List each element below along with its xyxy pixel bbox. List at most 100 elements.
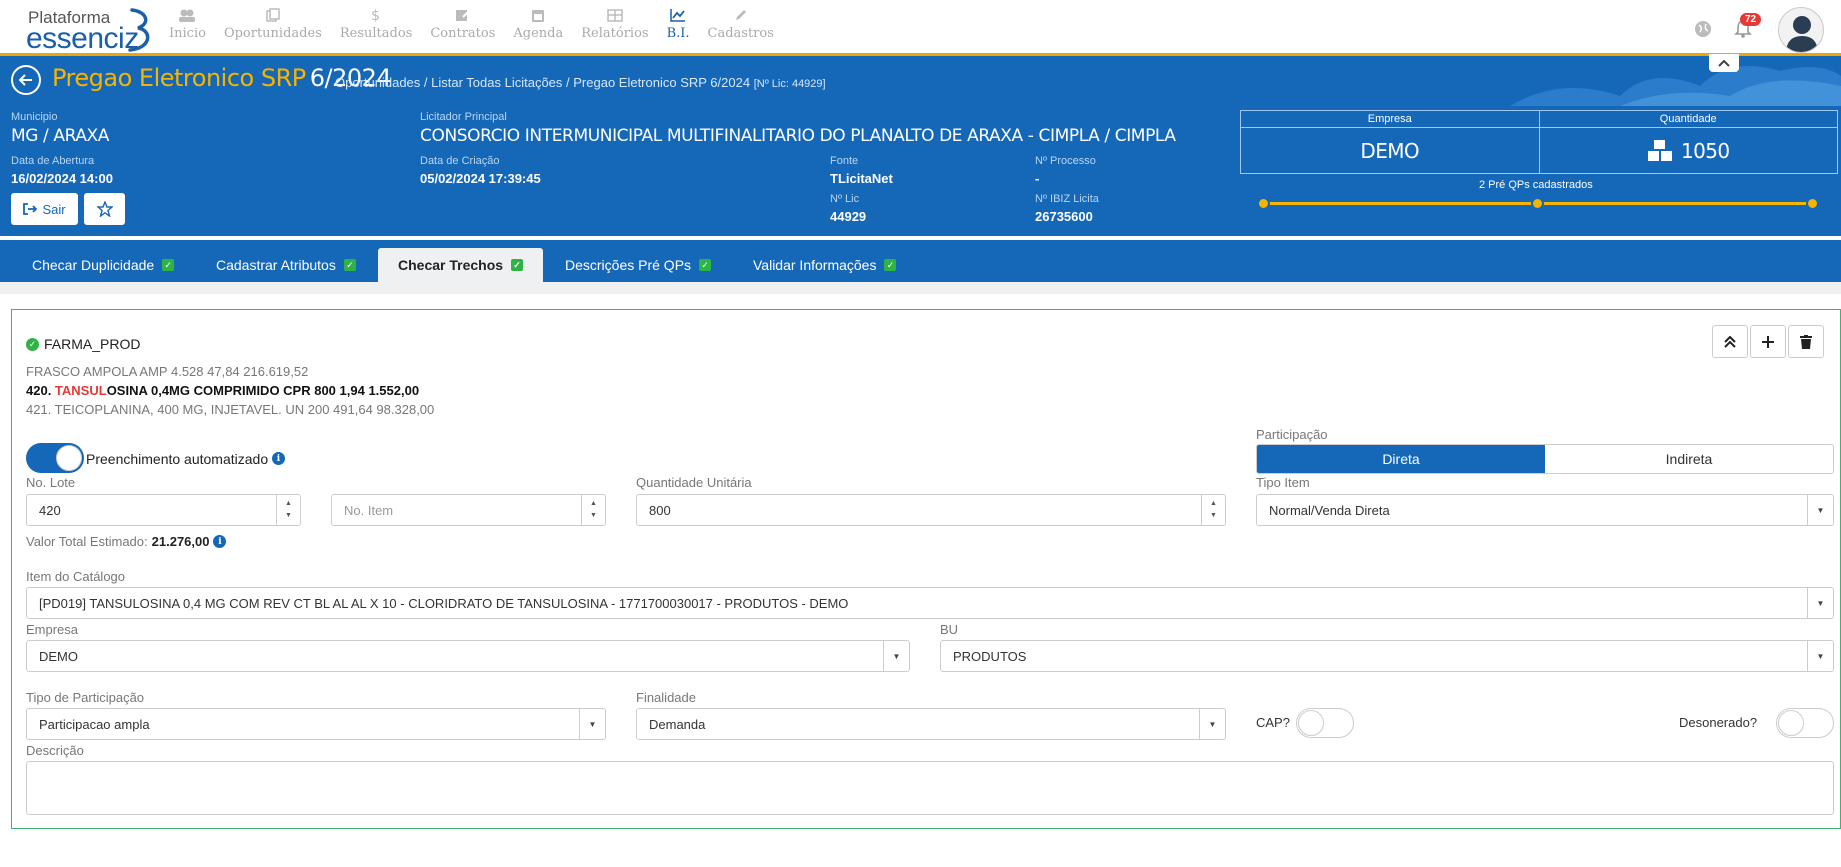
preqps-dot[interactable] (1806, 197, 1819, 210)
chevron-down-icon: ▼ (1807, 641, 1833, 671)
fonte-value: TLicitaNet (830, 171, 893, 186)
licitador-value: CONSORCIO INTERMUNICIPAL MULTIFINALITARI… (420, 126, 1176, 146)
tipo-participacao-value: Participacao ampla (39, 716, 150, 732)
quantidade-cell: 1050 (1540, 128, 1838, 173)
cap-toggle[interactable] (1296, 708, 1354, 738)
pencil-icon (735, 10, 746, 20)
double-chevron-up-icon (1724, 335, 1736, 348)
sair-button[interactable]: Sair (11, 193, 78, 225)
menu-item-inicio[interactable]: Inicio (160, 8, 215, 41)
globe-icon[interactable] (1694, 20, 1712, 38)
boxes-icon (1648, 139, 1672, 161)
finalidade-value: Demanda (649, 716, 706, 732)
criacao-value: 05/02/2024 17:39:45 (420, 171, 541, 186)
empresa-select[interactable]: DEMO ▼ (26, 640, 910, 672)
qtd-label: Quantidade Unitária (636, 475, 752, 490)
finalidade-select[interactable]: Demanda ▼ (636, 708, 1226, 740)
processo-label: Nº Processo (1035, 155, 1096, 167)
finalidade-label: Finalidade (636, 690, 696, 705)
trecho-line: FRASCO AMPOLA AMP 4.528 47,84 216.619,52 (26, 364, 309, 379)
qtd-value: 800 (649, 502, 671, 518)
back-button[interactable] (11, 65, 41, 95)
tipo-item-select[interactable]: Normal/Venda Direta ▼ (1256, 494, 1834, 526)
tab-checar-trechos[interactable]: Checar Trechos ✓ (378, 248, 544, 282)
fonte-label: Fonte (830, 155, 859, 167)
menu-label: Contratos (430, 26, 496, 41)
menu-item-relatorios[interactable]: Relatórios (572, 8, 657, 41)
chart-line-icon (670, 9, 686, 22)
descricao-label: Descrição (26, 743, 84, 758)
menu-label: Relatórios (581, 26, 649, 41)
item-stepper[interactable]: ▲ ▼ (581, 495, 605, 525)
trecho-match: TANSUL (54, 383, 107, 398)
lote-label: No. Lote (26, 475, 76, 490)
nlic-label: Nº Lic (830, 193, 860, 205)
tab-checar-duplicidade[interactable]: Checar Duplicidade ✓ (12, 248, 194, 282)
tab-validar-informacoes[interactable]: Validar Informações ✓ (733, 248, 916, 282)
tab-label: Cadastrar Atributos (216, 257, 336, 273)
expand-up-button[interactable] (1712, 325, 1748, 358)
lote-input[interactable]: 420 ▲ ▼ (26, 494, 301, 526)
brand-logo[interactable]: Plataforma essenciz (26, 6, 156, 55)
breadcrumb-oportunidades[interactable]: Oportunidades (335, 75, 420, 90)
cap-label: CAP? (1256, 715, 1290, 730)
catalogo-select[interactable]: [PD019] TANSULOSINA 0,4 MG COM REV CT BL… (26, 587, 1834, 619)
municipio-value: MG / ARAXA (11, 126, 110, 146)
add-button[interactable] (1750, 325, 1786, 358)
participacao-label: Participação (1256, 427, 1328, 442)
delete-button[interactable] (1788, 325, 1824, 358)
plus-icon (1762, 335, 1774, 348)
descricao-textarea[interactable] (26, 761, 1834, 815)
lote-value: 420 (39, 502, 61, 518)
check-icon: ✓ (162, 259, 175, 271)
user-icon (1786, 16, 1818, 52)
participacao-direta[interactable]: Direta (1257, 445, 1545, 473)
abertura-label: Data de Abertura (11, 155, 95, 167)
menu-item-cadastros[interactable]: Cadastros (699, 8, 783, 41)
menu-item-bi[interactable]: B.I. (658, 8, 699, 41)
tab-cadastrar-atributos[interactable]: Cadastrar Atributos ✓ (196, 248, 376, 282)
tab-label: Descrições Pré QPs (565, 257, 692, 273)
users-icon (179, 9, 196, 22)
qtd-input[interactable]: 800 ▲ ▼ (636, 494, 1226, 526)
tab-descricoes-pre-qps[interactable]: Descrições Pré QPs ✓ (545, 248, 731, 282)
info-icon[interactable]: i (213, 535, 227, 548)
breadcrumb-listar[interactable]: Listar Todas Licitações (431, 75, 562, 90)
collapse-header-button[interactable] (1709, 54, 1739, 72)
criacao-label: Data de Criação (420, 155, 500, 167)
menu-label: Agenda (513, 26, 564, 41)
toggle-knob (1298, 710, 1324, 736)
lote-stepper[interactable]: ▲ ▼ (276, 495, 300, 525)
menu-item-oportunidades[interactable]: Oportunidades (215, 8, 331, 41)
avatar[interactable] (1778, 7, 1824, 53)
participacao-indireta[interactable]: Indireta (1545, 445, 1833, 473)
table-icon (607, 9, 623, 22)
menu-item-agenda[interactable]: Agenda (504, 8, 572, 41)
sign-out-icon (23, 203, 38, 215)
trecho-line-highlight: 420. TANSULOSINA 0,4MG COMPRIMIDO CPR 80… (26, 383, 419, 398)
tipo-item-value: Normal/Venda Direta (1269, 502, 1390, 518)
check-icon: ✓ (511, 259, 524, 271)
qtd-stepper[interactable]: ▲ ▼ (1201, 495, 1225, 525)
info-icon[interactable]: i (272, 452, 285, 465)
auto-fill-toggle[interactable] (26, 443, 84, 473)
trash-icon (1800, 334, 1812, 349)
breadcrumb-current: Pregao Eletronico SRP 6/2024 (573, 75, 751, 90)
favorite-button[interactable] (84, 193, 125, 225)
desonerado-toggle[interactable] (1776, 708, 1834, 738)
preqps-dot[interactable] (1531, 197, 1544, 210)
menu-item-resultados[interactable]: $ Resultados (331, 8, 421, 41)
brand-line2: essenciz (26, 22, 139, 55)
chevron-down-icon: ▼ (579, 709, 605, 739)
menu-item-contratos[interactable]: Contratos (421, 8, 504, 41)
item-input[interactable]: No. Item ▲ ▼ (331, 494, 606, 526)
preqps-dot[interactable] (1257, 197, 1270, 210)
tipo-participacao-select[interactable]: Participacao ampla ▼ (26, 708, 606, 740)
edit-icon (455, 9, 471, 21)
breadcrumb-lic: [Nº Lic: 44929] (753, 78, 826, 90)
menu-label: Oportunidades (223, 26, 322, 41)
chevron-down-icon: ▼ (883, 641, 909, 671)
main-menu: Inicio Oportunidades $ Resultados Contra… (160, 8, 783, 41)
bu-select[interactable]: PRODUTOS ▼ (940, 640, 1834, 672)
menu-label: Cadastros (707, 26, 774, 41)
